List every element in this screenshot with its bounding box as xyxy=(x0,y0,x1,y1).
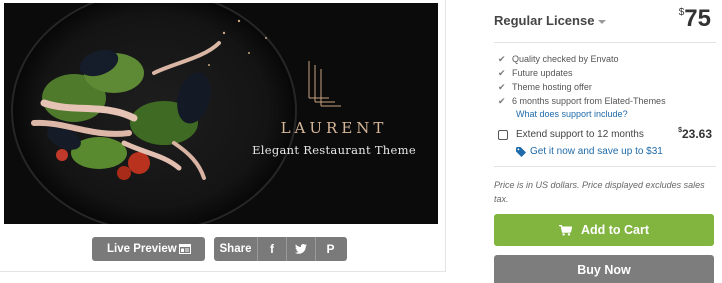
divider xyxy=(494,42,716,43)
pinterest-icon: P xyxy=(326,242,335,256)
share-group: Share f P xyxy=(214,237,347,261)
feature-text: Theme hosting offer xyxy=(512,82,592,92)
theme-tagline: Elegant Restaurant Theme xyxy=(252,143,416,157)
preview-card: LAURENT Elegant Restaurant Theme Live Pr… xyxy=(0,0,446,272)
share-label: Share xyxy=(214,237,258,261)
license-title: Regular License xyxy=(494,13,595,28)
extend-support-label[interactable]: Extend support to 12 months xyxy=(516,129,644,140)
twitter-share-button[interactable] xyxy=(287,237,316,261)
list-item: ✔ Quality checked by Envato xyxy=(498,52,666,66)
feature-text: Future updates xyxy=(512,68,573,78)
add-to-cart-button[interactable]: Add to Cart xyxy=(494,214,714,246)
preview-actions: Live Preview Share f P xyxy=(0,237,446,261)
list-item: ✔ Theme hosting offer xyxy=(498,80,666,94)
feature-text: 6 months support from Elated-Themes xyxy=(512,96,666,106)
live-preview-button[interactable]: Live Preview xyxy=(92,237,205,261)
price-amount: 75 xyxy=(684,5,711,32)
extend-price-amount: 23.63 xyxy=(681,127,712,141)
facebook-icon: f xyxy=(270,242,274,256)
pinterest-share-button[interactable]: P xyxy=(316,237,345,261)
license-price: $75 xyxy=(679,5,711,33)
food-illustration xyxy=(4,3,438,224)
list-item: ✔ Future updates xyxy=(498,66,666,80)
cart-icon xyxy=(558,224,572,236)
purchase-panel: Regular License $75 ✔ Quality checked by … xyxy=(494,0,716,283)
chevron-down-icon xyxy=(598,19,607,24)
facebook-share-button[interactable]: f xyxy=(258,237,287,261)
check-icon: ✔ xyxy=(498,53,506,64)
theme-preview-image[interactable]: LAURENT Elegant Restaurant Theme xyxy=(4,3,438,224)
price-note: Price is in US dollars. Price displayed … xyxy=(494,180,705,204)
twitter-icon xyxy=(295,244,307,254)
buy-now-label: Buy Now xyxy=(577,263,631,277)
support-info-link[interactable]: What does support include? xyxy=(516,109,628,119)
tag-icon xyxy=(516,146,526,157)
save-offer[interactable]: Get it now and save up to $31 xyxy=(516,146,663,157)
buy-now-button[interactable]: Buy Now xyxy=(494,255,714,283)
save-offer-text: Get it now and save up to $31 xyxy=(530,146,663,157)
feature-list: ✔ Quality checked by Envato ✔ Future updat… xyxy=(498,52,666,108)
live-preview-label: Live Preview xyxy=(107,243,177,255)
preview-window-icon xyxy=(179,244,191,254)
theme-brand-name: LAURENT xyxy=(280,119,388,137)
check-icon: ✔ xyxy=(498,81,506,92)
feature-text: Quality checked by Envato xyxy=(512,54,619,64)
item-purchase-section: LAURENT Elegant Restaurant Theme Live Pr… xyxy=(0,0,722,283)
extend-support-price: $23.63 xyxy=(678,127,712,141)
divider xyxy=(494,166,716,167)
price-currency: $ xyxy=(678,7,685,18)
check-icon: ✔ xyxy=(498,67,506,78)
add-to-cart-label: Add to Cart xyxy=(580,223,650,237)
license-selector[interactable]: Regular License xyxy=(494,13,607,28)
list-item: ✔ 6 months support from Elated-Themes xyxy=(498,94,666,108)
check-icon: ✔ xyxy=(498,95,506,106)
extend-support-checkbox[interactable] xyxy=(498,130,508,140)
